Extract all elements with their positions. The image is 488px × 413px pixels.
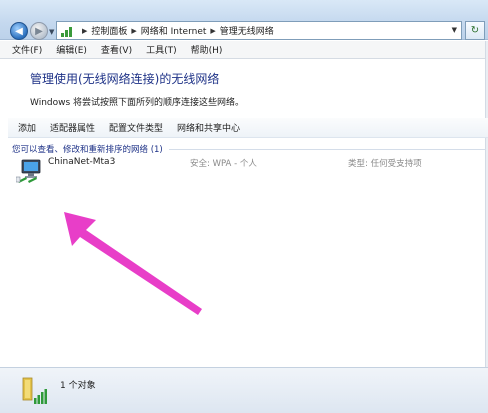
- address-input[interactable]: ▶ 控制面板 ▶ 网络和 Internet ▶ 管理无线网络 ▼: [56, 21, 462, 40]
- back-arrow-icon: ◀: [15, 25, 23, 37]
- command-toolbar: 添加 适配器属性 配置文件类型 网络和共享中心: [8, 118, 488, 138]
- refresh-icon: ↻: [470, 25, 480, 36]
- network-security: 安全: WPA - 个人: [190, 159, 257, 169]
- page-title: 管理使用(无线网络连接)的无线网络: [30, 72, 220, 86]
- profile-type-button[interactable]: 配置文件类型: [109, 121, 163, 134]
- network-sharing-center-button[interactable]: 网络和共享中心: [177, 121, 240, 134]
- forward-button[interactable]: ▶: [30, 22, 48, 40]
- back-button[interactable]: ◀: [10, 22, 28, 40]
- group-divider: [168, 148, 486, 150]
- item-count: 1 个对象: [60, 381, 96, 391]
- breadcrumb-separator[interactable]: ▶: [210, 27, 215, 35]
- network-type: 类型: 任何受支持项: [348, 159, 422, 169]
- breadcrumb-control-panel[interactable]: 控制面板: [91, 24, 127, 37]
- network-name: ChinaNet-Mta3: [48, 157, 116, 167]
- annotation-arrow: [64, 212, 202, 315]
- breadcrumb-separator[interactable]: ▶: [131, 27, 136, 35]
- menu-edit[interactable]: 编辑(E): [56, 43, 87, 56]
- breadcrumb-manage-wireless[interactable]: 管理无线网络: [220, 24, 274, 37]
- address-dropdown-icon[interactable]: ▼: [452, 26, 457, 34]
- menu-file[interactable]: 文件(F): [12, 43, 42, 56]
- menu-help[interactable]: 帮助(H): [191, 43, 223, 56]
- breadcrumb-network-internet[interactable]: 网络和 Internet: [141, 24, 207, 37]
- menu-tools[interactable]: 工具(T): [146, 43, 177, 56]
- page-description: Windows 将尝试按照下面所列的顺序连接这些网络。: [30, 98, 245, 108]
- menu-bar: 文件(F) 编辑(E) 查看(V) 工具(T) 帮助(H): [0, 41, 488, 59]
- status-bar: 1 个对象: [0, 367, 488, 413]
- wireless-network-icon: [16, 159, 41, 183]
- breadcrumb-separator[interactable]: ▶: [82, 27, 87, 35]
- network-group-label: 您可以查看、修改和重新排序的网络 (1): [12, 145, 163, 155]
- adapter-properties-button[interactable]: 适配器属性: [50, 121, 95, 134]
- network-list-item[interactable]: ChinaNet-Mta3 安全: WPA - 个人 类型: 任何受支持项: [12, 157, 482, 187]
- add-button[interactable]: 添加: [18, 121, 36, 134]
- network-location-icon: [60, 25, 74, 37]
- address-toolbar: ◀ ▶ ▼ ▶ 控制面板 ▶ 网络和 Internet ▶ 管理无线网络 ▼ ↻: [0, 0, 488, 40]
- network-group-header: 您可以查看、修改和重新排序的网络 (1): [12, 142, 486, 156]
- recent-pages-dropdown[interactable]: ▼: [49, 28, 54, 36]
- wireless-signal-icon: [22, 377, 47, 404]
- refresh-button[interactable]: ↻: [465, 21, 485, 40]
- menu-view[interactable]: 查看(V): [101, 43, 132, 56]
- forward-arrow-icon: ▶: [35, 25, 43, 37]
